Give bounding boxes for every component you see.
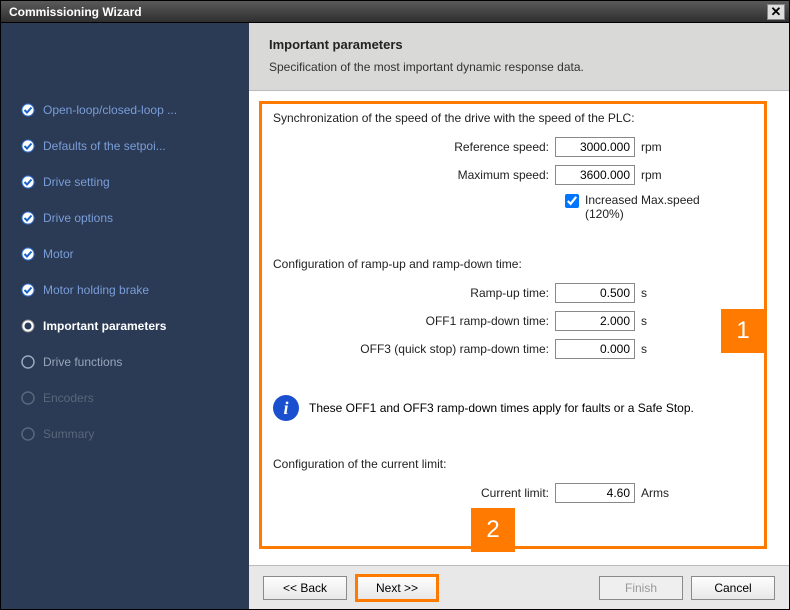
sidebar-item-label: Motor holding brake (43, 283, 149, 297)
sidebar-item-encoders: Encoders (21, 391, 239, 405)
sidebar-item-open-loop[interactable]: Open-loop/closed-loop ... (21, 103, 239, 117)
off1-row: OFF1 ramp-down time: s (273, 311, 755, 331)
back-button[interactable]: << Back (263, 576, 347, 600)
finish-button: Finish (599, 576, 683, 600)
current-limit-unit: Arms (641, 486, 675, 500)
checkmark-icon (21, 139, 35, 153)
off3-input[interactable] (555, 339, 635, 359)
content-area: 1 Synchronization of the speed of the dr… (249, 91, 789, 565)
current-limit-row: Current limit: Arms (273, 483, 755, 503)
reference-speed-unit: rpm (641, 140, 675, 154)
annotation-callout-1: 1 (721, 309, 765, 353)
increased-max-checkbox[interactable] (565, 194, 579, 208)
sidebar-item-label: Drive setting (43, 175, 110, 189)
page-header: Important parameters Specification of th… (249, 23, 789, 91)
sidebar-item-drive-functions[interactable]: Drive functions (21, 355, 239, 369)
checkmark-icon (21, 211, 35, 225)
reference-speed-label: Reference speed: (454, 140, 549, 154)
sync-section: Synchronization of the speed of the driv… (259, 101, 769, 229)
maximum-speed-unit: rpm (641, 168, 675, 182)
pending-step-icon (21, 355, 35, 369)
sidebar-item-motor[interactable]: Motor (21, 247, 239, 261)
main-panel: Important parameters Specification of th… (249, 23, 789, 609)
info-icon: i (273, 395, 299, 421)
reference-speed-row: Reference speed: rpm (273, 137, 755, 157)
off3-unit: s (641, 342, 675, 356)
current-limit-label: Current limit: (481, 486, 549, 500)
sync-section-title: Synchronization of the speed of the driv… (273, 111, 755, 125)
info-row: i These OFF1 and OFF3 ramp-down times ap… (259, 389, 769, 427)
increased-max-row: Increased Max.speed (120%) (273, 193, 755, 221)
ramp-up-label: Ramp-up time: (470, 286, 549, 300)
annotation-callout-2: 2 (471, 508, 515, 552)
disabled-step-icon (21, 391, 35, 405)
sidebar-item-motor-brake[interactable]: Motor holding brake (21, 283, 239, 297)
info-text: These OFF1 and OFF3 ramp-down times appl… (309, 401, 694, 415)
sidebar-item-label: Defaults of the setpoi... (43, 139, 166, 153)
sidebar-item-drive-options[interactable]: Drive options (21, 211, 239, 225)
increased-max-label: Increased Max.speed (120%) (585, 193, 705, 221)
reference-speed-input[interactable] (555, 137, 635, 157)
close-button[interactable]: ✕ (767, 4, 785, 20)
ramp-section-title: Configuration of ramp-up and ramp-down t… (273, 257, 755, 271)
current-limit-input[interactable] (555, 483, 635, 503)
ramp-up-input[interactable] (555, 283, 635, 303)
titlebar: Commissioning Wizard ✕ (1, 1, 789, 23)
wizard-window: Commissioning Wizard ✕ Open-loop/closed-… (0, 0, 790, 610)
sidebar-item-important-parameters[interactable]: Important parameters (21, 319, 239, 333)
sidebar-item-label: Encoders (43, 391, 94, 405)
sidebar-item-label: Important parameters (43, 319, 166, 333)
off3-row: OFF3 (quick stop) ramp-down time: s (273, 339, 755, 359)
maximum-speed-label: Maximum speed: (458, 168, 549, 182)
sidebar-item-label: Drive functions (43, 355, 122, 369)
checkmark-icon (21, 283, 35, 297)
page-title: Important parameters (269, 37, 769, 52)
checkmark-icon (21, 103, 35, 117)
page-subtitle: Specification of the most important dyna… (269, 60, 769, 74)
wizard-body: Open-loop/closed-loop ... Defaults of th… (1, 23, 789, 609)
current-step-icon (21, 319, 35, 333)
window-title: Commissioning Wizard (9, 5, 142, 19)
footer: << Back Next >> Finish Cancel (249, 565, 789, 609)
sidebar-item-label: Open-loop/closed-loop ... (43, 103, 177, 117)
checkmark-icon (21, 175, 35, 189)
ramp-up-row: Ramp-up time: s (273, 283, 755, 303)
sidebar-item-label: Motor (43, 247, 74, 261)
next-button[interactable]: Next >> (355, 574, 439, 602)
off1-input[interactable] (555, 311, 635, 331)
sidebar-item-label: Drive options (43, 211, 113, 225)
maximum-speed-input[interactable] (555, 165, 635, 185)
close-icon: ✕ (771, 4, 782, 20)
disabled-step-icon (21, 427, 35, 441)
off1-unit: s (641, 314, 675, 328)
checkmark-icon (21, 247, 35, 261)
cancel-button[interactable]: Cancel (691, 576, 775, 600)
sidebar-item-drive-setting[interactable]: Drive setting (21, 175, 239, 189)
current-section-title: Configuration of the current limit: (273, 457, 755, 471)
sidebar-item-defaults[interactable]: Defaults of the setpoi... (21, 139, 239, 153)
sidebar-item-summary: Summary (21, 427, 239, 441)
off3-label: OFF3 (quick stop) ramp-down time: (360, 342, 549, 356)
sidebar-item-label: Summary (43, 427, 94, 441)
off1-label: OFF1 ramp-down time: (426, 314, 549, 328)
maximum-speed-row: Maximum speed: rpm (273, 165, 755, 185)
ramp-up-unit: s (641, 286, 675, 300)
sidebar: Open-loop/closed-loop ... Defaults of th… (1, 23, 249, 609)
ramp-section: Configuration of ramp-up and ramp-down t… (259, 247, 769, 375)
